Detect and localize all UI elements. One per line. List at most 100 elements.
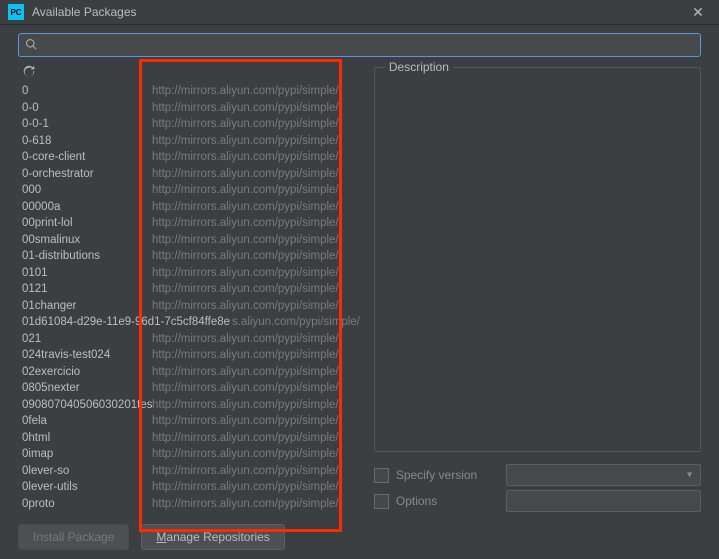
available-packages-dialog: PC Available Packages ✕ 0http://mirrors.… xyxy=(0,0,719,559)
package-repo: http://mirrors.aliyun.com/pypi/simple/ xyxy=(152,448,360,460)
package-row[interactable]: 02exerciciohttp://mirrors.aliyun.com/pyp… xyxy=(18,364,360,381)
package-repo: http://mirrors.aliyun.com/pypi/simple/ xyxy=(152,300,360,312)
package-name: 024travis-test024 xyxy=(22,349,152,361)
specify-version-select[interactable] xyxy=(506,464,701,486)
package-repo: http://mirrors.aliyun.com/pypi/simple/ xyxy=(152,118,360,130)
package-name: 01d61084-d29e-11e9-96d1-7c5cf84ffe8e xyxy=(22,316,230,328)
package-repo: http://mirrors.aliyun.com/pypi/simple/ xyxy=(152,217,360,229)
package-repo: http://mirrors.aliyun.com/pypi/simple/ xyxy=(152,415,360,427)
package-repo: http://mirrors.aliyun.com/pypi/simple/ xyxy=(152,234,360,246)
package-name: 0-0-1 xyxy=(22,118,152,130)
package-name: 00print-lol xyxy=(22,217,152,229)
package-name: 0-core-client xyxy=(22,151,152,163)
package-name: 0101 xyxy=(22,267,152,279)
package-row[interactable]: 0-orchestratorhttp://mirrors.aliyun.com/… xyxy=(18,166,360,183)
close-icon: ✕ xyxy=(692,4,704,21)
package-name: 0html xyxy=(22,432,152,444)
package-repo: http://mirrors.aliyun.com/pypi/simple/ xyxy=(152,283,360,295)
package-repo: http://mirrors.aliyun.com/pypi/simple/ xyxy=(152,399,360,411)
package-row[interactable]: 0felahttp://mirrors.aliyun.com/pypi/simp… xyxy=(18,413,360,430)
package-name: 0-0 xyxy=(22,102,152,114)
package-name: 0fela xyxy=(22,415,152,427)
package-name: 02exercicio xyxy=(22,366,152,378)
search-input[interactable] xyxy=(41,37,694,53)
package-repo: http://mirrors.aliyun.com/pypi/simple/ xyxy=(152,184,360,196)
package-row[interactable]: 024travis-test024http://mirrors.aliyun.c… xyxy=(18,347,360,364)
package-name: 0805nexter xyxy=(22,382,152,394)
package-name: 0-orchestrator xyxy=(22,168,152,180)
options-input[interactable] xyxy=(506,490,701,512)
description-panel: Description xyxy=(374,67,701,452)
package-name: 021 xyxy=(22,333,152,345)
package-repo: http://mirrors.aliyun.com/pypi/simple/ xyxy=(152,151,360,163)
package-repo: http://mirrors.aliyun.com/pypi/simple/ xyxy=(152,432,360,444)
package-name: 01-distributions xyxy=(22,250,152,262)
package-name: 0 xyxy=(22,85,152,97)
package-name: 0-618 xyxy=(22,135,152,147)
install-package-button[interactable]: Install Package xyxy=(18,524,129,550)
package-row[interactable]: 0lever-sohttp://mirrors.aliyun.com/pypi/… xyxy=(18,463,360,480)
package-repo: http://mirrors.aliyun.com/pypi/simple/ xyxy=(152,267,360,279)
package-row[interactable]: 0protohttp://mirrors.aliyun.com/pypi/sim… xyxy=(18,496,360,513)
package-repo: http://mirrors.aliyun.com/pypi/simple/ xyxy=(152,498,360,510)
manage-repositories-button[interactable]: Manage Repositories xyxy=(141,524,284,550)
package-row[interactable]: 0101http://mirrors.aliyun.com/pypi/simpl… xyxy=(18,265,360,282)
package-row[interactable]: 0805nexterhttp://mirrors.aliyun.com/pypi… xyxy=(18,380,360,397)
package-repo: http://mirrors.aliyun.com/pypi/simple/ xyxy=(152,201,360,213)
package-repo: http://mirrors.aliyun.com/pypi/simple/ xyxy=(152,250,360,262)
description-label: Description xyxy=(385,60,453,74)
package-name: 0121 xyxy=(22,283,152,295)
search-icon xyxy=(25,38,37,53)
package-row[interactable]: 01-distributionshttp://mirrors.aliyun.co… xyxy=(18,248,360,265)
package-repo: http://mirrors.aliyun.com/pypi/simple/ xyxy=(152,366,360,378)
package-row[interactable]: 021http://mirrors.aliyun.com/pypi/simple… xyxy=(18,331,360,348)
search-input-container[interactable] xyxy=(18,33,701,57)
package-row[interactable]: 0121http://mirrors.aliyun.com/pypi/simpl… xyxy=(18,281,360,298)
package-name: 090807040506030201testpip xyxy=(22,399,152,411)
package-row[interactable]: 01changerhttp://mirrors.aliyun.com/pypi/… xyxy=(18,298,360,315)
package-row[interactable]: 0lever-utilshttp://mirrors.aliyun.com/py… xyxy=(18,479,360,496)
package-row[interactable]: 000http://mirrors.aliyun.com/pypi/simple… xyxy=(18,182,360,199)
specify-version-label: Specify version xyxy=(396,468,506,482)
package-row[interactable]: 0imaphttp://mirrors.aliyun.com/pypi/simp… xyxy=(18,446,360,463)
package-repo: http://mirrors.aliyun.com/pypi/simple/ xyxy=(152,382,360,394)
package-row[interactable]: 00000ahttp://mirrors.aliyun.com/pypi/sim… xyxy=(18,199,360,216)
package-repo: http://mirrors.aliyun.com/pypi/simple/ xyxy=(152,168,360,180)
package-repo: s.aliyun.com/pypi/simple/ xyxy=(232,316,360,328)
refresh-icon xyxy=(22,65,36,82)
package-name: 0proto xyxy=(22,498,152,510)
pycharm-icon: PC xyxy=(8,4,24,20)
package-row[interactable]: 0-618http://mirrors.aliyun.com/pypi/simp… xyxy=(18,133,360,150)
package-row[interactable]: 090807040506030201testpiphttp://mirrors.… xyxy=(18,397,360,414)
package-row[interactable]: 01d61084-d29e-11e9-96d1-7c5cf84ffe8e s.a… xyxy=(18,314,360,331)
specify-version-checkbox[interactable] xyxy=(374,468,389,483)
package-name: 01changer xyxy=(22,300,152,312)
package-row[interactable]: 00print-lolhttp://mirrors.aliyun.com/pyp… xyxy=(18,215,360,232)
package-repo: http://mirrors.aliyun.com/pypi/simple/ xyxy=(152,333,360,345)
package-row[interactable]: 0-0http://mirrors.aliyun.com/pypi/simple… xyxy=(18,100,360,117)
package-repo: http://mirrors.aliyun.com/pypi/simple/ xyxy=(152,481,360,493)
package-row[interactable]: 0-core-clienthttp://mirrors.aliyun.com/p… xyxy=(18,149,360,166)
package-repo: http://mirrors.aliyun.com/pypi/simple/ xyxy=(152,135,360,147)
package-row[interactable]: 00smalinuxhttp://mirrors.aliyun.com/pypi… xyxy=(18,232,360,249)
package-name: 000 xyxy=(22,184,152,196)
package-list[interactable]: 0http://mirrors.aliyun.com/pypi/simple/0… xyxy=(18,83,360,514)
package-name: 00000a xyxy=(22,201,152,213)
package-name: 0lever-so xyxy=(22,465,152,477)
dialog-title: Available Packages xyxy=(32,5,137,19)
package-repo: http://mirrors.aliyun.com/pypi/simple/ xyxy=(152,102,360,114)
refresh-button[interactable] xyxy=(18,63,360,83)
package-repo: http://mirrors.aliyun.com/pypi/simple/ xyxy=(152,85,360,97)
package-repo: http://mirrors.aliyun.com/pypi/simple/ xyxy=(152,465,360,477)
package-name: 0lever-utils xyxy=(22,481,152,493)
package-name: 00smalinux xyxy=(22,234,152,246)
close-button[interactable]: ✕ xyxy=(683,0,713,24)
package-name: 0imap xyxy=(22,448,152,460)
package-repo: http://mirrors.aliyun.com/pypi/simple/ xyxy=(152,349,360,361)
package-row[interactable]: 0-0-1http://mirrors.aliyun.com/pypi/simp… xyxy=(18,116,360,133)
options-checkbox[interactable] xyxy=(374,494,389,509)
options-label: Options xyxy=(396,494,506,508)
titlebar: PC Available Packages ✕ xyxy=(0,0,719,25)
package-row[interactable]: 0htmlhttp://mirrors.aliyun.com/pypi/simp… xyxy=(18,430,360,447)
package-row[interactable]: 0http://mirrors.aliyun.com/pypi/simple/ xyxy=(18,83,360,100)
